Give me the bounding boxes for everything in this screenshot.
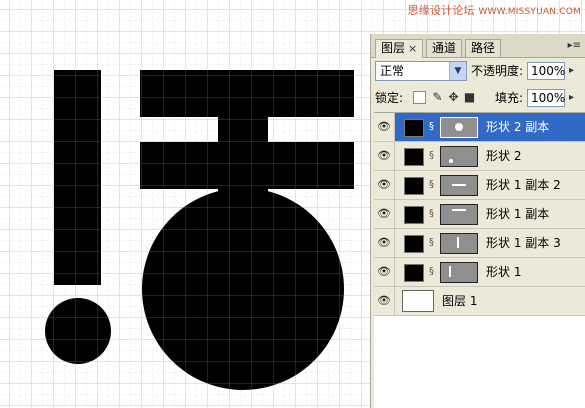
link-icon: § (429, 179, 434, 190)
eye-icon[interactable]: 👁 (374, 258, 395, 286)
layer-row[interactable]: 👁 § 形状 2 副本 (374, 113, 585, 142)
lock-move-icon[interactable]: ✥ (447, 91, 460, 104)
lock-transparent-icon[interactable] (413, 91, 426, 104)
layer-color-swatch[interactable] (404, 148, 424, 166)
tab-paths-label: 路径 (471, 41, 496, 55)
layer-row-background[interactable]: 👁 图层 1 (374, 287, 585, 316)
layer-name[interactable]: 图层 1 (442, 287, 477, 315)
lock-row: 锁定: ✎ ✥ ■ 填充: 100% ▸ (375, 88, 581, 108)
link-icon: § (429, 150, 434, 161)
panel-tabs: 图层 × 通道 路径 ▸≡ (371, 34, 585, 58)
tab-layers[interactable]: 图层 × (375, 39, 424, 58)
eye-icon[interactable]: 👁 (374, 287, 395, 315)
layer-row[interactable]: 👁 § 形状 2 (374, 142, 585, 171)
tab-paths[interactable]: 路径 (465, 39, 502, 57)
layers-panel: 图层 × 通道 路径 ▸≡ 正常 ▼ 不透明度: 100% ▸ 锁定: ✎ ✥ ■… (370, 34, 585, 408)
blend-mode-select[interactable]: 正常 ▼ (375, 61, 467, 81)
vector-mask-thumbnail[interactable] (440, 117, 478, 138)
layer-color-swatch[interactable] (404, 119, 424, 137)
watermark-text: 思缘设计论坛 (407, 4, 475, 17)
layer-color-swatch[interactable] (404, 235, 424, 253)
layer-name[interactable]: 形状 1 (486, 258, 521, 286)
layer-row[interactable]: 👁 § 形状 1 副本 3 (374, 229, 585, 258)
vector-mask-thumbnail[interactable] (440, 146, 478, 167)
layers-list: 👁 § 形状 2 副本 👁 § 形状 2 👁 § 形状 1 副本 2 👁 § 形… (374, 112, 585, 408)
layer-color-swatch[interactable] (404, 206, 424, 224)
layer-row[interactable]: 👁 § 形状 1 (374, 258, 585, 287)
eye-icon[interactable]: 👁 (374, 171, 395, 199)
vector-mask-thumbnail[interactable] (440, 233, 478, 254)
fill-label: 填充: (495, 91, 524, 105)
link-icon: § (429, 266, 434, 277)
tab-channels-label: 通道 (432, 41, 457, 55)
layer-name[interactable]: 形状 1 副本 (486, 200, 549, 228)
layer-row[interactable]: 👁 § 形状 1 副本 (374, 200, 585, 229)
layer-color-swatch[interactable] (404, 177, 424, 195)
chevron-down-icon[interactable]: ▼ (449, 62, 466, 80)
layer-row[interactable]: 👁 § 形状 1 副本 2 (374, 171, 585, 200)
close-icon[interactable]: × (408, 42, 417, 55)
layer-name[interactable]: 形状 1 副本 2 (486, 171, 561, 199)
tab-channels[interactable]: 通道 (426, 39, 463, 57)
link-icon: § (429, 208, 434, 219)
opacity-field[interactable]: 100% (527, 62, 565, 80)
tab-layers-label: 图层 (381, 41, 406, 55)
fill-field[interactable]: 100% (527, 89, 565, 107)
lock-brush-icon[interactable]: ✎ (431, 91, 444, 104)
layer-color-swatch[interactable] (404, 264, 424, 282)
watermark-url: WWW.MISSYUAN.COM (478, 7, 581, 17)
vector-mask-thumbnail[interactable] (440, 262, 478, 283)
opacity-label: 不透明度: (471, 64, 524, 78)
vector-mask-thumbnail[interactable] (440, 175, 478, 196)
eye-icon[interactable]: 👁 (374, 229, 395, 257)
blend-row: 正常 ▼ 不透明度: 100% ▸ (375, 61, 581, 81)
eye-icon[interactable]: 👁 (374, 200, 395, 228)
layer-thumbnail[interactable] (402, 290, 434, 312)
blend-mode-value: 正常 (380, 64, 405, 78)
layer-name[interactable]: 形状 2 副本 (486, 113, 549, 141)
lock-label: 锁定: (375, 91, 404, 105)
opacity-flyout-icon[interactable]: ▸ (569, 62, 579, 80)
fill-flyout-icon[interactable]: ▸ (569, 89, 579, 107)
eye-icon[interactable]: 👁 (374, 142, 395, 170)
lock-all-icon[interactable]: ■ (463, 91, 476, 104)
layer-name[interactable]: 形状 1 副本 3 (486, 229, 561, 257)
link-icon: § (429, 237, 434, 248)
panel-menu-icon[interactable]: ▸≡ (568, 40, 581, 51)
layer-name[interactable]: 形状 2 (486, 142, 521, 170)
vector-mask-thumbnail[interactable] (440, 204, 478, 225)
watermark: 思缘设计论坛 WWW.MISSYUAN.COM (408, 2, 581, 18)
link-icon: § (429, 121, 434, 132)
eye-icon[interactable]: 👁 (374, 113, 395, 141)
